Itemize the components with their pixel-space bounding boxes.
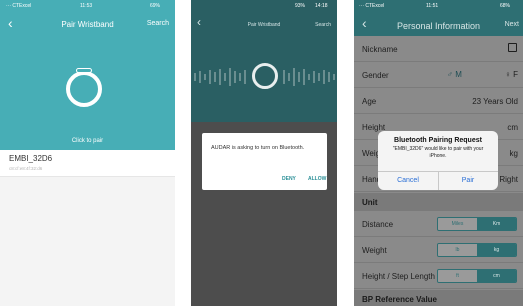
dialog-message: "EMBI_32D6" would like to pair with your… xyxy=(392,146,484,159)
gender-female-option[interactable]: ♀ F xyxy=(505,70,518,79)
step-length-unit-toggle[interactable]: ft cm xyxy=(437,269,517,283)
cm-option[interactable]: cm xyxy=(477,270,516,282)
carrier-label: ··· CTExcel xyxy=(6,3,32,9)
unit-section-label: Unit xyxy=(362,198,378,207)
wristband-icon[interactable] xyxy=(66,71,102,107)
age-row[interactable]: Age 23 Years Old xyxy=(354,88,523,114)
pair-wristband-screen: ··· CTExcel 11:53 69% ‹ Pair Wristband S… xyxy=(0,0,175,306)
hand-value: Right xyxy=(499,175,518,184)
clock: 11:51 xyxy=(426,3,439,9)
gender-label: Gender xyxy=(362,71,389,80)
nav-header: ··· CTExcel 11:51 68% ‹ Personal Informa… xyxy=(354,0,523,36)
distance-unit-toggle[interactable]: Miles Km xyxy=(437,217,517,231)
page-title: Personal Information xyxy=(396,21,481,31)
height-unit: cm xyxy=(507,123,518,132)
battery-level: 93% xyxy=(295,3,306,9)
carrier-label: ··· CTExcel xyxy=(359,3,385,9)
weight-unit: kg xyxy=(509,149,518,158)
wristband-clasp-icon xyxy=(76,68,92,73)
pairing-banner: ··· CTExcel 11:53 69% ‹ Pair Wristband S… xyxy=(0,0,175,150)
device-mac: c8:cf:e8:4f:32:d6 xyxy=(9,166,43,171)
allow-button[interactable]: ALLOW xyxy=(308,176,326,182)
step-length-label: Height / Step Length xyxy=(362,272,435,281)
status-bar: 93% 14:18 xyxy=(191,0,337,12)
weight-unit-row: Weight lb kg xyxy=(354,237,523,263)
next-button[interactable]: Next xyxy=(505,21,519,28)
wristband-icon xyxy=(252,63,278,89)
dialog-message: AUDAR is asking to turn on Bluetooth. xyxy=(211,145,305,151)
dialog-title: Bluetooth Pairing Request xyxy=(394,137,482,144)
search-button[interactable]: Search xyxy=(315,22,331,28)
bluetooth-permission-dialog: AUDAR is asking to turn on Bluetooth. DE… xyxy=(202,133,327,190)
distance-unit-row: Distance Miles Km xyxy=(354,211,523,237)
bluetooth-pairing-dialog: Bluetooth Pairing Request "EMBI_32D6" wo… xyxy=(378,131,498,190)
clock: 11:53 xyxy=(80,3,93,9)
status-bar: ··· CTExcel 11:53 69% xyxy=(0,0,175,12)
personal-information-screen: ··· CTExcel 11:51 68% ‹ Personal Informa… xyxy=(354,0,523,306)
weight-unit-toggle[interactable]: lb kg xyxy=(437,243,517,257)
battery-level: 69% xyxy=(150,3,161,9)
weight-unit-label: Weight xyxy=(362,246,387,255)
miles-option[interactable]: Miles xyxy=(438,218,477,230)
deny-button[interactable]: DENY xyxy=(282,176,296,182)
android-bluetooth-request-screen: 93% 14:18 ‹ Pair Wristband Search AUDAR … xyxy=(191,0,337,306)
kg-option[interactable]: kg xyxy=(477,244,516,256)
unit-section-header: Unit xyxy=(354,193,523,211)
gender-row: Gender ♂ M ♀ F xyxy=(354,62,523,88)
nickname-label: Nickname xyxy=(362,45,398,54)
step-length-unit-row: Height / Step Length ft cm xyxy=(354,263,523,289)
age-label: Age xyxy=(362,97,377,106)
empty-device-list xyxy=(0,177,175,306)
gender-male-option[interactable]: ♂ M xyxy=(447,70,462,79)
age-value: 23 Years Old xyxy=(472,97,518,106)
pair-button[interactable]: Pair xyxy=(438,177,498,184)
distance-label: Distance xyxy=(362,220,394,229)
battery-level: 68% xyxy=(500,3,511,9)
status-bar: ··· CTExcel 11:51 68% xyxy=(354,0,523,12)
bp-section-header: BP Reference Value xyxy=(354,290,523,306)
click-to-pair-label: Click to pair xyxy=(71,138,104,144)
cancel-button[interactable]: Cancel xyxy=(378,177,438,184)
lb-option[interactable]: lb xyxy=(438,244,477,256)
pairing-banner: 93% 14:18 ‹ Pair Wristband Search xyxy=(191,0,337,122)
clock: 14:18 xyxy=(315,3,328,9)
bp-section-label: BP Reference Value xyxy=(362,295,438,304)
device-name[interactable]: EMBI_32D6 xyxy=(9,154,52,163)
nickname-row[interactable]: Nickname xyxy=(354,36,523,62)
search-button[interactable]: Search xyxy=(147,20,169,27)
ft-option[interactable]: ft xyxy=(438,270,477,282)
edit-icon[interactable] xyxy=(508,43,517,52)
km-option[interactable]: Km xyxy=(477,218,516,230)
